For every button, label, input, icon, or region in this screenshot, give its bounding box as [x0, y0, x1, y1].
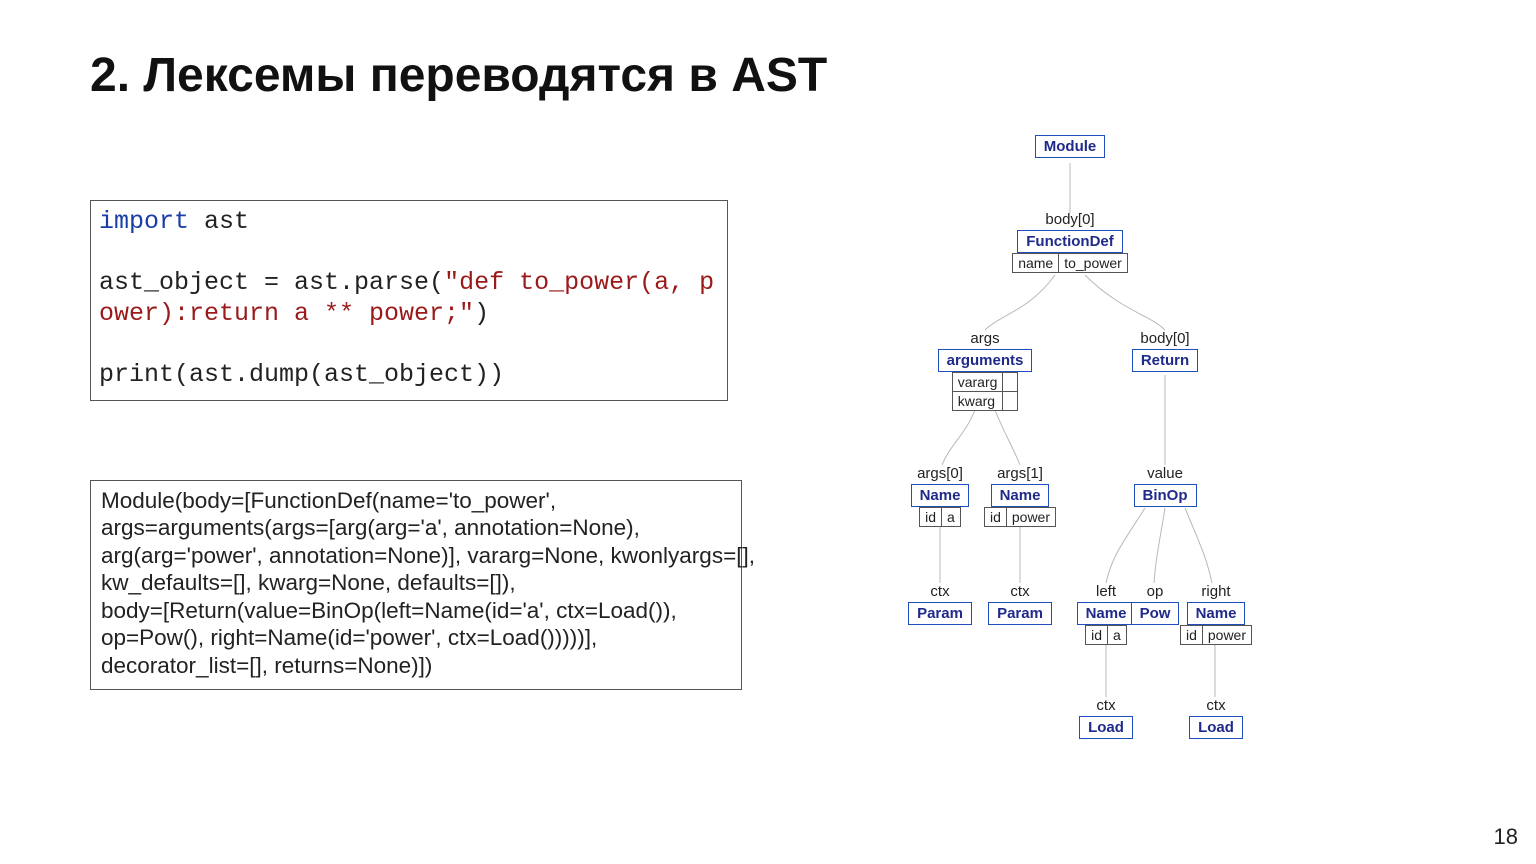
ast-edge-label: value	[1125, 465, 1205, 482]
ast-attr-val: to_power	[1058, 253, 1127, 272]
code-block: import ast ast_object = ast.parse("def t…	[90, 200, 728, 401]
output-line: Module(body=[FunctionDef(name='to_power'…	[101, 487, 731, 514]
ast-attr-key: id	[1086, 625, 1107, 644]
ast-attr-key: name	[1013, 253, 1058, 272]
output-line: arg(arg='power', annotation=None)], vara…	[101, 542, 731, 569]
ast-node-label: Name	[911, 484, 970, 507]
ast-node-label: Name	[1077, 602, 1136, 625]
ast-node-name-a: args[0] Name ida	[900, 465, 980, 527]
ast-node-label: arguments	[938, 349, 1033, 372]
ast-attr-val	[1002, 372, 1017, 391]
code-text: ast_object = ast.parse(	[99, 268, 444, 297]
ast-node-label: Return	[1132, 349, 1198, 372]
ast-node-functiondef: body[0] FunctionDef nameto_power	[1010, 211, 1130, 273]
ast-attr-val	[1002, 391, 1017, 410]
ast-edge-label: body[0]	[1115, 330, 1215, 347]
ast-edge-label: body[0]	[1010, 211, 1130, 228]
ast-attr-val: a	[1107, 625, 1126, 644]
ast-edge-label: right	[1176, 583, 1256, 600]
ast-tree-diagram: Module body[0] FunctionDef nameto_power …	[890, 125, 1290, 765]
ast-node-label: Load	[1189, 716, 1243, 739]
ast-edge-label: ctx	[900, 583, 980, 600]
code-string: "def to_power(a, p	[444, 268, 714, 297]
slide-title: 2. Лексемы переводятся в AST	[90, 48, 827, 103]
ast-attr-val: a	[941, 507, 960, 526]
ast-attr-key: kwarg	[953, 391, 1003, 410]
output-line: body=[Return(value=BinOp(left=Name(id='a…	[101, 597, 731, 624]
ast-attr-val: power	[1006, 507, 1055, 526]
ast-node-label: BinOp	[1134, 484, 1197, 507]
ast-edge-label: args[1]	[980, 465, 1060, 482]
ast-node-load-1: ctx Load	[1066, 697, 1146, 739]
output-line: decorator_list=[], returns=None)])	[101, 652, 731, 679]
ast-node-label: Name	[991, 484, 1050, 507]
code-string: ower):return a ** power;"	[99, 299, 474, 328]
ast-node-label: Param	[988, 602, 1052, 625]
code-text: print(ast.dump(ast_object))	[99, 360, 719, 391]
ast-edge-label: ctx	[1176, 697, 1256, 714]
ast-attr-key: vararg	[953, 372, 1003, 391]
ast-node-pow: op Pow	[1130, 583, 1180, 625]
ast-attr-val: power	[1202, 625, 1251, 644]
ast-node-label: Module	[1035, 135, 1106, 158]
code-text: ast	[189, 207, 249, 236]
ast-edge-label: args	[935, 330, 1035, 347]
code-text: )	[474, 299, 489, 328]
output-line: args=arguments(args=[arg(arg='a', annota…	[101, 514, 731, 541]
page-number: 18	[1494, 824, 1518, 850]
ast-edge-label: op	[1130, 583, 1180, 600]
output-block: Module(body=[FunctionDef(name='to_power'…	[90, 480, 742, 690]
ast-node-param-1: ctx Param	[900, 583, 980, 625]
ast-node-arguments: args arguments vararg kwarg	[935, 330, 1035, 411]
ast-node-label: Pow	[1131, 602, 1180, 625]
output-line: op=Pow(), right=Name(id='power', ctx=Loa…	[101, 624, 731, 651]
ast-node-label: FunctionDef	[1017, 230, 1123, 253]
ast-attr-key: id	[920, 507, 941, 526]
ast-node-label: Name	[1187, 602, 1246, 625]
ast-attr-key: id	[985, 507, 1006, 526]
ast-node-return: body[0] Return	[1115, 330, 1215, 372]
output-line: kw_defaults=[], kwarg=None, defaults=[])…	[101, 569, 731, 596]
ast-edge-label: ctx	[1066, 697, 1146, 714]
ast-node-param-2: ctx Param	[980, 583, 1060, 625]
ast-edge-label: args[0]	[900, 465, 980, 482]
ast-node-load-2: ctx Load	[1176, 697, 1256, 739]
ast-attr-key: id	[1181, 625, 1202, 644]
ast-node-right-name: right Name idpower	[1176, 583, 1256, 645]
code-keyword: import	[99, 207, 189, 236]
ast-node-label: Load	[1079, 716, 1133, 739]
ast-edge-label: ctx	[980, 583, 1060, 600]
ast-node-label: Param	[908, 602, 972, 625]
ast-node-binop: value BinOp	[1125, 465, 1205, 507]
ast-node-module: Module	[1010, 135, 1130, 158]
ast-node-name-power: args[1] Name idpower	[980, 465, 1060, 527]
